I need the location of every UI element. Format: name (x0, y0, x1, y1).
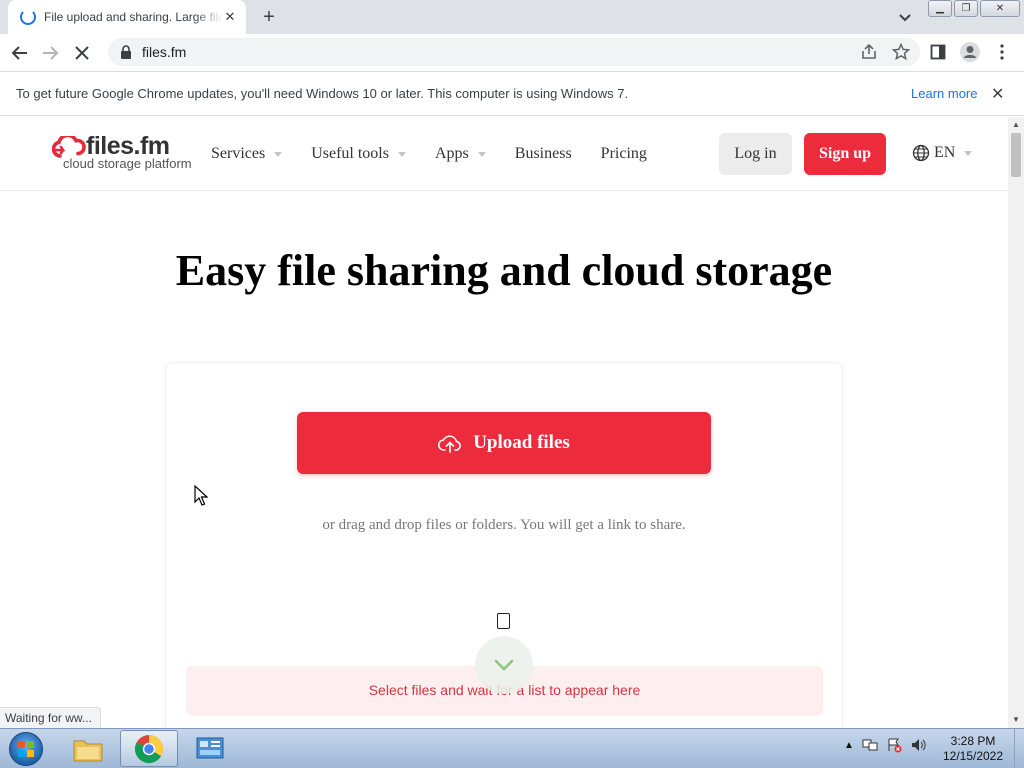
infobar-close-icon[interactable]: ✕ (991, 84, 1004, 104)
browser-toolbar: files.fm (0, 34, 1024, 71)
side-panel-icon (930, 44, 946, 60)
loading-spinner-icon (20, 9, 36, 25)
caret-down-icon (477, 151, 486, 157)
tab-search-icon[interactable] (896, 8, 914, 26)
profile-button[interactable] (958, 38, 982, 66)
nav-services-label: Services (211, 145, 266, 162)
tab-title: File upload and sharing. Large files (44, 10, 222, 24)
cloud-logo-icon (52, 136, 86, 158)
globe-icon (912, 144, 930, 162)
site-header: files.fm cloud storage platform Services… (0, 117, 1008, 191)
share-icon[interactable] (860, 43, 878, 61)
window-controls: ▁ ❐ ✕ (928, 0, 1020, 17)
learn-more-link[interactable]: Learn more (911, 86, 977, 101)
action-center-icon[interactable] (886, 737, 902, 753)
restore-button[interactable]: ❐ (954, 0, 978, 17)
page-title: Easy file sharing and cloud storage (175, 246, 833, 295)
tab-files-fm[interactable]: File upload and sharing. Large files ✕ (8, 0, 246, 34)
clock-date: 12/15/2022 (942, 749, 1004, 763)
taskbar-clock[interactable]: 3:28 PM 12/15/2022 (937, 734, 1009, 764)
nav-pricing[interactable]: Pricing (601, 145, 647, 163)
chevron-down-icon (494, 659, 514, 671)
signup-button[interactable]: Sign up (804, 133, 886, 175)
scroll-up-arrow-icon[interactable]: ▲ (1008, 117, 1024, 133)
upload-files-button[interactable]: Upload files (297, 412, 711, 474)
language-label: EN (934, 144, 956, 161)
volume-icon[interactable] (910, 737, 926, 753)
caret-down-icon (274, 151, 283, 157)
address-bar[interactable]: files.fm (108, 38, 920, 66)
logo-tagline: cloud storage platform (63, 156, 192, 171)
folder-icon (73, 740, 103, 761)
nav-useful-tools[interactable]: Useful tools (311, 145, 406, 163)
select-checkbox[interactable] (497, 613, 510, 629)
stop-button[interactable] (68, 39, 96, 67)
start-button[interactable] (4, 730, 48, 768)
status-bubble: Waiting for ww... (0, 707, 101, 728)
chrome-menu-button[interactable] (990, 38, 1014, 66)
side-panel-button[interactable] (926, 38, 950, 66)
taskbar-control-panel[interactable] (181, 730, 239, 767)
taskbar-explorer[interactable] (59, 730, 117, 767)
nav-business[interactable]: Business (515, 145, 572, 163)
forward-button[interactable] (36, 39, 64, 67)
control-panel-icon (196, 737, 224, 758)
close-window-button[interactable]: ✕ (980, 0, 1020, 17)
cloud-upload-icon (438, 435, 462, 453)
login-button[interactable]: Log in (719, 133, 792, 175)
new-tab-button[interactable]: + (258, 6, 280, 28)
lock-icon[interactable] (120, 45, 132, 59)
taskbar-chrome[interactable] (120, 730, 178, 767)
files-fm-logo[interactable]: files.fm cloud storage platform (52, 132, 192, 174)
mouse-cursor-icon (194, 485, 208, 506)
tab-close-icon[interactable]: ✕ (222, 9, 238, 25)
back-button[interactable] (6, 39, 34, 67)
language-selector[interactable]: EN (912, 144, 973, 162)
scroll-down-button[interactable] (475, 636, 533, 694)
url-text[interactable]: files.fm (142, 44, 186, 60)
caret-down-icon (964, 150, 973, 156)
profile-avatar-icon (960, 42, 980, 62)
network-icon[interactable] (862, 737, 878, 753)
update-infobar: To get future Google Chrome updates, you… (0, 71, 1024, 116)
caret-down-icon (397, 151, 406, 157)
kebab-menu-icon (1000, 44, 1004, 60)
upload-card: Upload files or drag and drop files or f… (165, 362, 843, 728)
back-arrow-icon (11, 45, 27, 60)
nav-useful-tools-label: Useful tools (311, 145, 389, 162)
system-tray: ▲ (844, 737, 926, 753)
forward-arrow-icon (43, 45, 59, 60)
nav-apps-label: Apps (434, 145, 469, 162)
infobar-message: To get future Google Chrome updates, you… (16, 86, 629, 101)
drag-drop-hint: or drag and drop files or folders. You w… (322, 517, 686, 533)
show-hidden-icons-icon[interactable]: ▲ (844, 740, 854, 751)
stop-icon (75, 45, 89, 60)
minimize-button[interactable]: ▁ (928, 0, 952, 17)
bookmark-star-icon[interactable] (892, 43, 910, 61)
nav-apps[interactable]: Apps (435, 145, 486, 163)
show-desktop-button[interactable] (1014, 729, 1024, 768)
nav-pricing-label: Pricing (600, 145, 647, 162)
clock-time: 3:28 PM (950, 734, 996, 748)
chrome-icon (135, 734, 163, 763)
windows-taskbar: ▲ 3:28 PM 12/15/2022 (0, 728, 1024, 768)
scroll-thumb[interactable] (1011, 133, 1021, 177)
upload-files-label: Upload files (473, 432, 570, 453)
windows-logo-icon (9, 732, 43, 766)
nav-business-label: Business (514, 145, 572, 162)
main-nav: Services Useful tools Apps Business Pric… (211, 145, 676, 163)
page-scrollbar[interactable]: ▲ ▼ (1008, 117, 1024, 728)
page-viewport: files.fm cloud storage platform Services… (0, 117, 1008, 728)
tab-strip: File upload and sharing. Large files ✕ +… (0, 0, 1024, 34)
scroll-down-arrow-icon[interactable]: ▼ (1008, 712, 1024, 728)
nav-services[interactable]: Services (211, 145, 283, 163)
